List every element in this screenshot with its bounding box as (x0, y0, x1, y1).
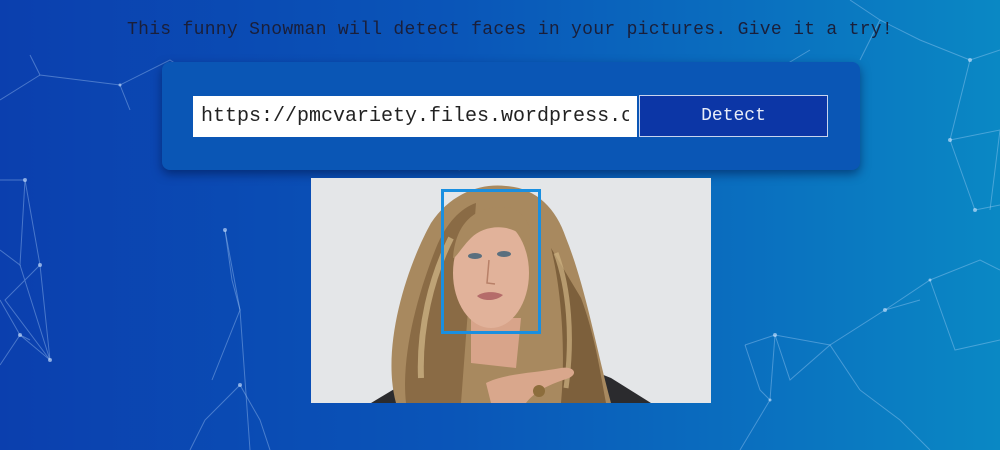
result-photo (311, 178, 711, 403)
detect-button[interactable]: Detect (639, 95, 828, 137)
url-input[interactable] (193, 96, 637, 137)
face-detection-box (441, 189, 541, 334)
tagline-text: This funny Snowman will detect faces in … (126, 20, 894, 40)
